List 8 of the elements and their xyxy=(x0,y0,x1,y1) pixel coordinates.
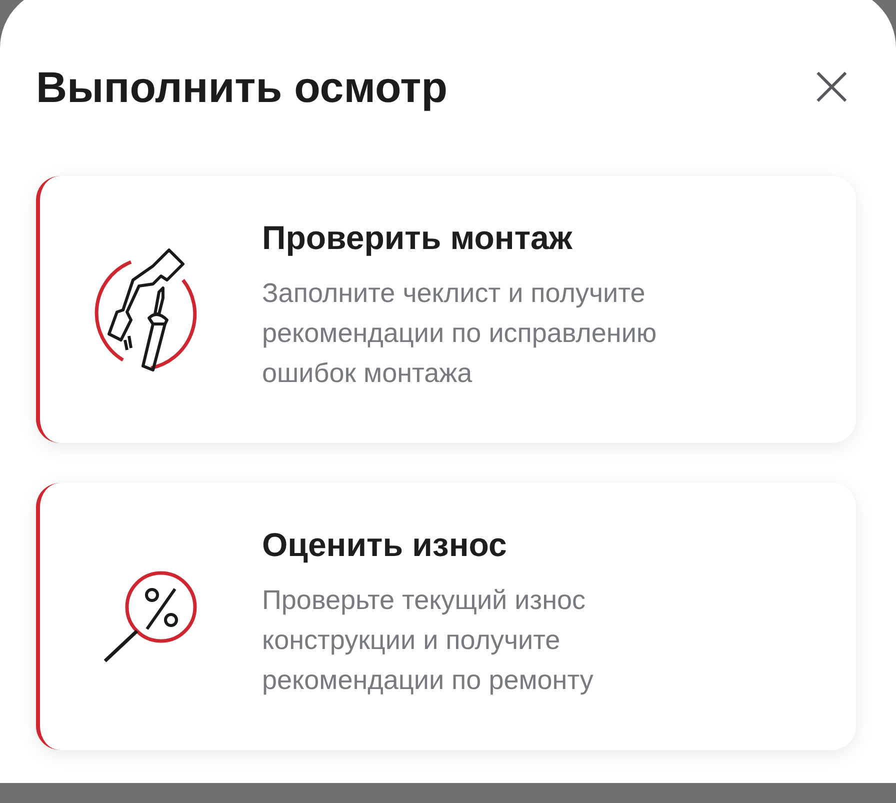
card-description: Заполните чеклист и получите рекомендации по исправлению ошибок монтажа xyxy=(262,276,658,390)
card-title: Оценить износ xyxy=(262,526,508,564)
option-card[interactable]: Оценить износ Проверьте текущий износ конструкции и получите рекомендации по ремонту xyxy=(36,483,856,750)
close-button[interactable]: × xyxy=(807,56,856,120)
sheet-title: Выполнить осмотр xyxy=(36,64,448,112)
option-card[interactable]: Проверить монтаж Заполните чеклист и получите рекомендации по исправлению ошибок монтажа xyxy=(36,176,856,443)
card-title: Проверить монтаж xyxy=(262,218,574,256)
card-description: Проверьте текущий износ конструкции и получите рекомендации по ремонту xyxy=(262,584,594,697)
